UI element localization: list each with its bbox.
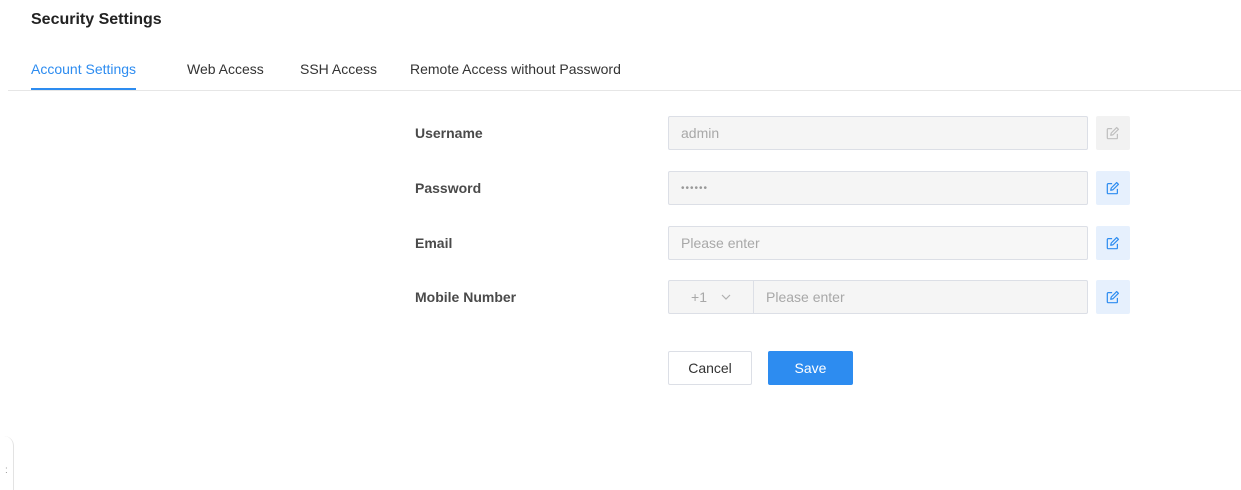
email-label: Email (415, 235, 453, 251)
mobile-number-edit-button[interactable] (1096, 280, 1130, 314)
tab-web-access[interactable]: Web Access (187, 61, 264, 90)
edit-icon (1106, 236, 1120, 250)
password-value: •••••• (681, 182, 709, 194)
cancel-button[interactable]: Cancel (668, 351, 752, 385)
mobile-number-label: Mobile Number (415, 289, 517, 305)
side-panel-handle[interactable] (0, 436, 14, 490)
mobile-number-field: +1 Please enter (668, 280, 1088, 314)
password-field: •••••• (668, 171, 1088, 205)
page-title: Security Settings (31, 11, 162, 28)
drag-handle-icon: : (5, 465, 8, 476)
country-code-select[interactable]: +1 (669, 281, 754, 313)
email-edit-button[interactable] (1096, 226, 1130, 260)
chevron-down-icon (721, 294, 731, 300)
username-value: admin (681, 125, 720, 141)
email-field[interactable]: Please enter (668, 226, 1088, 260)
save-button[interactable]: Save (768, 351, 853, 385)
password-label: Password (415, 180, 482, 196)
tab-bar: Account Settings Web Access SSH Access R… (8, 52, 1241, 91)
password-edit-button[interactable] (1096, 171, 1130, 205)
username-field: admin (668, 116, 1088, 150)
edit-icon (1106, 290, 1120, 304)
username-label: Username (415, 125, 483, 141)
tab-account-settings[interactable]: Account Settings (31, 61, 137, 90)
tab-ssh-access[interactable]: SSH Access (300, 61, 377, 90)
country-code-value: +1 (691, 289, 707, 305)
edit-icon (1106, 181, 1120, 195)
mobile-number-placeholder: Please enter (766, 289, 845, 305)
email-placeholder: Please enter (681, 235, 760, 251)
tab-remote-access-without-password[interactable]: Remote Access without Password (410, 61, 621, 90)
edit-icon (1106, 126, 1120, 140)
mobile-number-input[interactable]: Please enter (754, 281, 1087, 313)
username-edit-button (1096, 116, 1130, 150)
